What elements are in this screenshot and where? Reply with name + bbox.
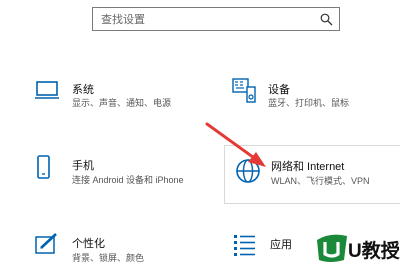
tile-network-desc: WLAN、飞行模式、VPN [271,176,370,186]
tile-devices[interactable]: 设备 蓝牙、打印机、鼠标 [232,78,392,114]
tile-network-title: 网络和 Internet [271,161,345,173]
tile-apps-title: 应用 [270,239,292,251]
search-box[interactable] [92,7,340,31]
tile-personalization-desc: 背景、锁屏、颜色 [72,253,145,263]
watermark-text: U教授 [348,241,400,262]
search-icon[interactable] [320,13,333,31]
tile-personalization[interactable]: 个性化 背景、锁屏、颜色 [35,233,195,266]
pen-icon [35,233,59,260]
tile-devices-desc: 蓝牙、打印机、鼠标 [268,98,350,108]
tile-phone-desc: 连接 Android 设备和 iPhone [72,175,184,185]
search-input[interactable] [99,11,313,29]
watermark-logo: U教授 [314,230,400,266]
monitor-icon [35,78,61,107]
globe-icon [235,158,261,189]
phone-icon [36,155,52,186]
tile-phone-title: 手机 [72,160,94,172]
logo-mark-icon [317,234,347,262]
tile-system[interactable]: 系统 显示、声音、通知、电源 [35,78,195,114]
tile-system-title: 系统 [72,84,94,96]
tile-phone[interactable]: 手机 连接 Android 设备和 iPhone [36,155,206,191]
tile-network[interactable]: 网络和 Internet WLAN、飞行模式、VPN [224,145,400,204]
devices-icon [232,78,258,109]
tile-personalization-title: 个性化 [72,238,105,250]
tile-devices-title: 设备 [268,84,290,96]
tile-system-desc: 显示、声音、通知、电源 [72,98,172,108]
apps-list-icon [233,233,257,262]
annotation-arrow [205,122,266,167]
